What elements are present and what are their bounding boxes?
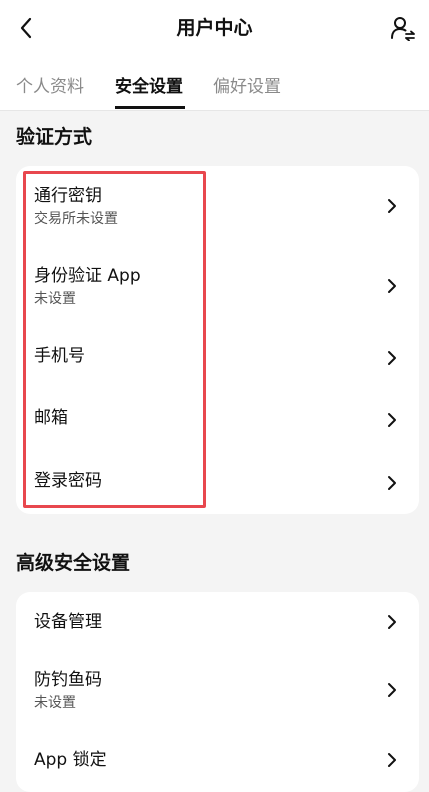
tab-preferences[interactable]: 偏好设置 [213, 74, 281, 100]
page-title: 用户中心 [176, 17, 253, 39]
chevron-right-icon [388, 753, 396, 767]
tab-bar: 个人资料 安全设置 偏好设置 [0, 58, 429, 111]
email-row[interactable]: 邮箱 [16, 388, 419, 450]
row-label: 通行密钥 [34, 186, 102, 206]
chevron-right-icon [388, 683, 396, 697]
active-tab-indicator [115, 106, 185, 109]
anti-phishing-code-row[interactable]: 防钓鱼码 未设置 [16, 652, 419, 734]
row-label: 登录密码 [34, 471, 102, 491]
advanced-section-title: 高级安全设置 [16, 552, 131, 574]
tab-security[interactable]: 安全设置 [115, 74, 183, 100]
verification-section-title: 验证方式 [16, 126, 93, 148]
chevron-right-icon [388, 476, 396, 490]
user-switch-icon [391, 17, 415, 41]
device-management-row[interactable]: 设备管理 [16, 592, 419, 652]
row-label: 邮箱 [34, 408, 68, 428]
chevron-right-icon [388, 615, 396, 629]
row-label: 设备管理 [34, 612, 102, 632]
app-lock-row[interactable]: App 锁定 [16, 734, 419, 792]
login-password-row[interactable]: 登录密码 [16, 450, 419, 514]
top-bar: 用户中心 [0, 0, 429, 58]
chevron-right-icon [388, 351, 396, 365]
row-label: App 锁定 [34, 750, 107, 770]
row-label: 身份验证 App [34, 266, 141, 286]
user-switch-button[interactable] [387, 12, 419, 44]
tab-profile[interactable]: 个人资料 [16, 74, 84, 100]
phone-row[interactable]: 手机号 [16, 326, 419, 388]
verification-card: 通行密钥 交易所未设置 身份验证 App 未设置 手机号 邮箱 登录密码 [16, 166, 419, 514]
advanced-security-card: 设备管理 防钓鱼码 未设置 App 锁定 [16, 592, 419, 792]
row-label: 防钓鱼码 [34, 670, 102, 690]
row-status: 未设置 [34, 695, 76, 711]
row-status: 未设置 [34, 291, 76, 307]
chevron-right-icon [388, 199, 396, 213]
row-label: 手机号 [34, 346, 85, 366]
chevron-right-icon [388, 279, 396, 293]
passkey-row[interactable]: 通行密钥 交易所未设置 [16, 166, 419, 246]
row-status: 交易所未设置 [34, 211, 118, 227]
authenticator-app-row[interactable]: 身份验证 App 未设置 [16, 246, 419, 326]
chevron-right-icon [388, 413, 396, 427]
